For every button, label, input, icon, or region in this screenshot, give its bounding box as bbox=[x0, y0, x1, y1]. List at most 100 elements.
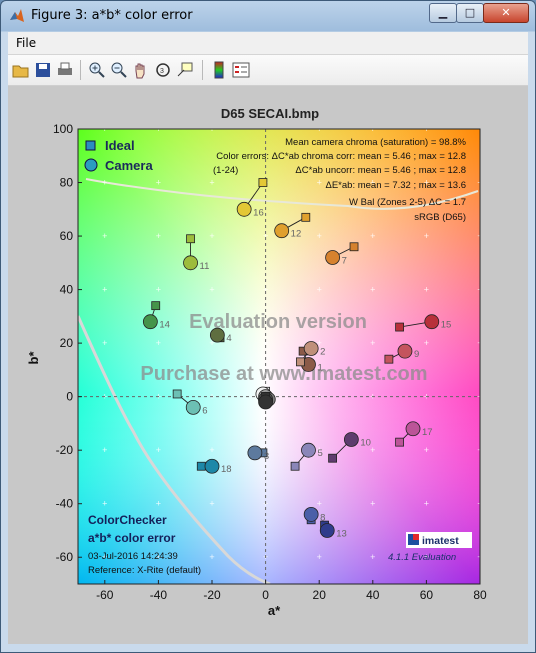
y-tick-label: -40 bbox=[56, 497, 74, 511]
grid-plus: + bbox=[317, 178, 322, 188]
x-axis-label: a* bbox=[268, 603, 281, 618]
x-tick-label: -60 bbox=[96, 588, 114, 602]
patch-label-3: 3 bbox=[264, 451, 269, 462]
grid-plus: + bbox=[156, 178, 161, 188]
info-range: (1-24) bbox=[213, 165, 238, 176]
camera-circle-10 bbox=[343, 432, 359, 447]
x-tick-label: 80 bbox=[473, 588, 487, 602]
legend-ideal-label: Ideal bbox=[105, 138, 135, 153]
grid-plus: + bbox=[209, 285, 214, 295]
toolbar: 3 bbox=[8, 55, 528, 86]
grid-plus: + bbox=[156, 499, 161, 509]
patch-label-13: 13 bbox=[336, 528, 347, 539]
title-bar[interactable]: Figure 3: a*b* color error ▁ □ ✕ bbox=[1, 1, 535, 31]
patch-label-14: 14 bbox=[159, 320, 170, 331]
camera-circle-14 bbox=[142, 314, 158, 330]
maximize-button[interactable]: □ bbox=[456, 3, 484, 23]
patch-label-4: 4 bbox=[226, 333, 231, 344]
imatest-logo-text: imatest bbox=[422, 535, 459, 547]
grid-plus: + bbox=[102, 499, 107, 509]
grid-plus: + bbox=[370, 445, 375, 455]
grid-plus: + bbox=[102, 338, 107, 348]
camera-circle-18 bbox=[204, 458, 220, 474]
y-tick-label: 80 bbox=[60, 176, 74, 190]
data-cursor-icon[interactable] bbox=[176, 61, 194, 79]
close-button[interactable]: ✕ bbox=[483, 3, 529, 23]
patch-label-15: 15 bbox=[441, 320, 452, 331]
camera-circle-8 bbox=[303, 507, 319, 522]
patch-label-17: 17 bbox=[422, 427, 433, 438]
ideal-square-12 bbox=[301, 212, 311, 222]
y-tick-label: -20 bbox=[56, 443, 74, 457]
info-wbal: W Bal (Zones 2-5) ΔC = 1.7 bbox=[349, 197, 466, 208]
x-tick-label: 0 bbox=[262, 588, 269, 602]
grid-plus: + bbox=[102, 178, 107, 188]
grid-plus: + bbox=[317, 285, 322, 295]
info-uncorr: ΔC*ab uncorr: mean = 5.46 ; max = 12.8 bbox=[295, 165, 466, 176]
patch-label-5: 5 bbox=[317, 448, 322, 459]
grid-plus: + bbox=[209, 178, 214, 188]
zoom-out-icon[interactable] bbox=[110, 61, 128, 79]
figure-area: D65 SECAI.bmp + + + + + + + + + + + + + + + + + + + + + + + + + +… bbox=[8, 86, 528, 644]
y-tick-label: 20 bbox=[60, 336, 74, 350]
open-folder-icon[interactable] bbox=[12, 61, 30, 79]
patch-label-6: 6 bbox=[202, 405, 207, 416]
y-tick-label: -60 bbox=[56, 550, 74, 564]
camera-circle-13 bbox=[319, 523, 335, 538]
camera-circle-24 bbox=[258, 394, 274, 410]
ideal-square-10 bbox=[328, 453, 338, 463]
minimize-button[interactable]: ▁ bbox=[429, 3, 457, 23]
grid-plus: + bbox=[317, 552, 322, 562]
info-chroma: Mean camera chroma (saturation) = 98.8% bbox=[285, 137, 466, 148]
ideal-square-5 bbox=[290, 461, 300, 471]
grid-plus: + bbox=[424, 338, 429, 348]
patch-label-1: 1 bbox=[317, 363, 322, 374]
grid-plus: + bbox=[424, 285, 429, 295]
info-colorspace: sRGB (D65) bbox=[414, 212, 466, 223]
rotate-3d-icon[interactable]: 3 bbox=[154, 61, 172, 79]
figure-window: Figure 3: a*b* color error ▁ □ ✕ File 3 bbox=[0, 0, 536, 653]
grid-plus: + bbox=[102, 445, 107, 455]
y-tick-label: 40 bbox=[60, 283, 74, 297]
x-tick-label: 60 bbox=[420, 588, 434, 602]
camera-circle-3 bbox=[247, 445, 263, 461]
grid-plus: + bbox=[102, 285, 107, 295]
menu-file[interactable]: File bbox=[16, 36, 36, 50]
ideal-square-6 bbox=[172, 389, 182, 399]
patch-label-2: 2 bbox=[320, 346, 325, 357]
ab-color-error-chart: D65 SECAI.bmp + + + + + + + + + + + + + + + + + + + + + + + + + +… bbox=[26, 106, 487, 618]
matlab-icon bbox=[10, 9, 24, 22]
x-tick-label: 40 bbox=[366, 588, 380, 602]
legend-icon[interactable] bbox=[232, 61, 250, 79]
ideal-square-7 bbox=[349, 242, 359, 252]
camera-circle-12 bbox=[274, 223, 290, 239]
camera-circle-6 bbox=[185, 399, 201, 415]
grid-plus: + bbox=[370, 285, 375, 295]
footer-chart-name: ColorChecker bbox=[88, 513, 167, 527]
ideal-square-17 bbox=[395, 437, 405, 447]
camera-circle-5 bbox=[301, 442, 316, 458]
grid-plus: + bbox=[370, 552, 375, 562]
grid-plus: + bbox=[209, 445, 214, 455]
ideal-square-2 bbox=[296, 357, 305, 367]
footer-reference: Reference: X-Rite (default) bbox=[88, 565, 201, 576]
print-icon[interactable] bbox=[56, 61, 74, 79]
watermark-line-2: Purchase at www.imatest.com bbox=[140, 363, 427, 385]
ideal-square-9 bbox=[384, 354, 394, 364]
grid-plus: + bbox=[317, 499, 322, 509]
save-icon[interactable] bbox=[34, 61, 52, 79]
zoom-in-icon[interactable] bbox=[88, 61, 106, 79]
pan-hand-icon[interactable] bbox=[132, 61, 150, 79]
grid-plus: + bbox=[424, 499, 429, 509]
window-title: Figure 3: a*b* color error bbox=[31, 8, 193, 23]
grid-plus: + bbox=[424, 231, 429, 241]
y-tick-label: 60 bbox=[60, 229, 74, 243]
colorbar-icon[interactable] bbox=[210, 61, 228, 79]
grid-plus: + bbox=[156, 445, 161, 455]
patch-label-9: 9 bbox=[414, 349, 419, 360]
camera-circle-15 bbox=[424, 314, 440, 330]
grid-plus: + bbox=[156, 231, 161, 241]
camera-circle-9 bbox=[397, 343, 413, 359]
toolbar-separator bbox=[202, 60, 203, 80]
x-tick-label: -20 bbox=[203, 588, 221, 602]
